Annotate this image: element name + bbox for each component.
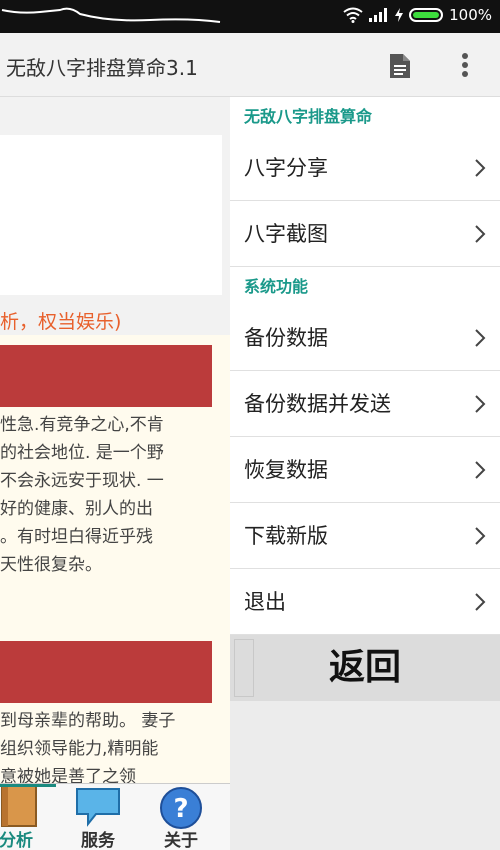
more-vert-icon[interactable] [455, 52, 475, 80]
menu-item-restore[interactable]: 恢复数据 [230, 437, 500, 503]
info-card [0, 135, 222, 295]
chevron-right-icon [475, 225, 486, 243]
chevron-right-icon [475, 461, 486, 479]
nav-item-service[interactable]: 服务 [68, 784, 128, 850]
chevron-right-icon [475, 395, 486, 413]
chevron-right-icon [475, 329, 486, 347]
text-line: 性急.有竞争之心,不肯 [0, 415, 164, 435]
menu-item-download-update[interactable]: 下载新版 [230, 503, 500, 569]
svg-text:?: ? [173, 794, 188, 824]
nav-item-analysis[interactable]: 分析 [0, 784, 56, 850]
result-paragraph: 到母亲辈的帮助。 妻子 组织领导能力,精明能意被她是善了之领 [0, 707, 230, 783]
drawer-section-header: 无敌八字排盘算命 [230, 97, 500, 135]
scribble-redaction [1, 7, 221, 23]
text-line: 天性很复杂。 [0, 555, 102, 575]
document-icon[interactable] [388, 52, 412, 80]
red-title-bar [0, 345, 212, 407]
chevron-right-icon [475, 159, 486, 177]
text-line: 意被她是善了之领 [0, 767, 136, 783]
text-line: 组织领导能力,精明能 [0, 739, 159, 759]
text-line: 到母亲辈的帮助。 妻子 [0, 711, 176, 731]
charging-icon [395, 8, 404, 22]
active-indicator [0, 784, 56, 787]
back-area: 返回 [230, 635, 500, 701]
bottom-nav: 分析 服务 ? 关于 [0, 783, 230, 850]
text-line: 好的健康、别人的出 [0, 499, 153, 519]
navigation-drawer: 无敌八字排盘算命 八字分享 八字截图 系统功能 备份数据 备份数据并发送 恢复数… [230, 97, 500, 850]
chevron-right-icon [475, 527, 486, 545]
wifi-icon [343, 7, 363, 23]
back-button[interactable]: 返回 [234, 639, 496, 697]
text-line: 不会永远安于现状. 一 [0, 471, 164, 491]
menu-item-screenshot-bazi[interactable]: 八字截图 [230, 201, 500, 267]
battery-percent: 100% [449, 6, 492, 24]
book-icon [1, 786, 37, 827]
result-panel: 性急.有竞争之心,不肯 的社会地位. 是一个野 不会永远安于现状. 一好的健康、别人… [0, 335, 230, 783]
battery-icon [409, 8, 444, 22]
chevron-right-icon [475, 593, 486, 611]
status-bar: 100% [0, 0, 500, 33]
nav-item-about[interactable]: ? 关于 [151, 784, 211, 850]
app-bar: 无敌八字排盘算命3.1 [0, 33, 500, 97]
app-title: 无敌八字排盘算命3.1 [6, 56, 198, 80]
menu-item-exit[interactable]: 退出 [230, 569, 500, 635]
red-title-bar [0, 641, 212, 703]
drawer-section-header: 系统功能 [230, 267, 500, 305]
signal-icon [369, 8, 388, 22]
menu-item-backup[interactable]: 备份数据 [230, 305, 500, 371]
main-content: 析，权当娱乐) 性急.有竞争之心,不肯 的社会地位. 是一个野 不会永远安于现状. … [0, 97, 230, 783]
text-line: 的社会地位. 是一个野 [0, 443, 164, 463]
result-paragraph: 性急.有竞争之心,不肯 的社会地位. 是一个野 不会永远安于现状. 一好的健康、别人… [0, 411, 230, 579]
chat-bubble-icon [76, 788, 120, 827]
text-line: 。有时坦白得近乎残 [0, 527, 153, 547]
help-icon: ? [160, 787, 202, 829]
menu-item-backup-send[interactable]: 备份数据并发送 [230, 371, 500, 437]
menu-item-share-bazi[interactable]: 八字分享 [230, 135, 500, 201]
section-heading: 析，权当娱乐) [0, 311, 122, 333]
